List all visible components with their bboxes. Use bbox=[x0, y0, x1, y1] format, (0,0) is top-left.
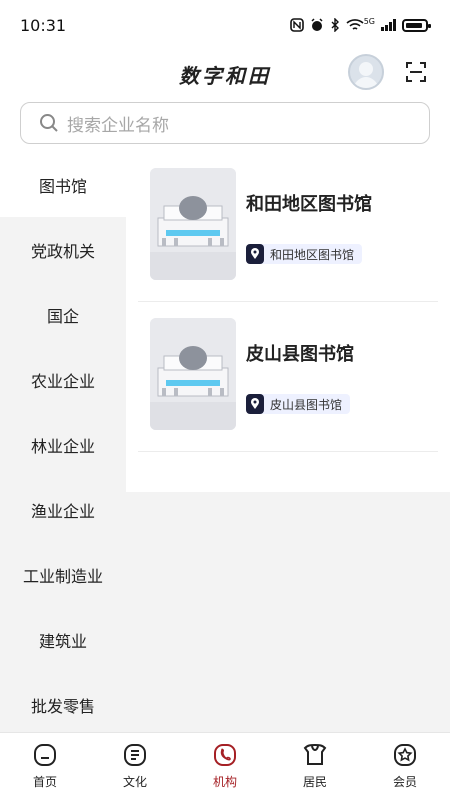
library-thumbnail bbox=[150, 318, 236, 430]
app-header: 数字和田 bbox=[0, 50, 450, 98]
sidebar-item-label: 党政机关 bbox=[30, 241, 95, 261]
location-tag-label: 和田地区图书馆 bbox=[270, 247, 355, 262]
sidebar-item-label: 农业企业 bbox=[30, 371, 95, 391]
sidebar-item-label: 建筑业 bbox=[38, 631, 87, 651]
status-bar: 10:31 5G bbox=[0, 0, 450, 50]
location-tag: 和田地区图书馆 bbox=[246, 244, 363, 264]
wifi-icon bbox=[346, 19, 364, 30]
culture-icon bbox=[124, 744, 146, 766]
location-tag: 皮山县图书馆 bbox=[246, 394, 351, 414]
sidebar-item-agriculture[interactable]: 农业企业 bbox=[0, 347, 126, 412]
sidebar-item-label: 批发零售 bbox=[30, 696, 95, 716]
nfc-icon bbox=[289, 18, 304, 32]
nav-culture[interactable]: 文化 bbox=[90, 733, 180, 800]
library-building-icon bbox=[150, 168, 236, 280]
sidebar-item-party-government[interactable]: 党政机关 bbox=[0, 217, 126, 282]
scan-icon[interactable] bbox=[404, 60, 428, 84]
institution-list: 和田地区图书馆 和田地区图书馆 皮山县图书馆 皮山县图书馆 bbox=[126, 152, 450, 492]
category-sidebar: 图书馆 党政机关 国企 农业企业 林业企业 渔业企业 工业制造业 建筑业 批发零… bbox=[0, 152, 126, 732]
institution-icon bbox=[214, 744, 236, 766]
nav-resident[interactable]: 居民 bbox=[270, 733, 360, 800]
library-building-icon bbox=[150, 318, 236, 430]
sidebar-item-label: 图书馆 bbox=[38, 176, 87, 196]
nav-label: 居民 bbox=[302, 775, 327, 789]
home-icon bbox=[34, 744, 56, 766]
nav-home[interactable]: 首页 bbox=[0, 733, 90, 800]
avatar[interactable] bbox=[348, 54, 384, 90]
list-item[interactable]: 皮山县图书馆 皮山县图书馆 bbox=[138, 302, 438, 452]
status-time: 10:31 bbox=[20, 15, 67, 35]
nav-label: 会员 bbox=[392, 775, 417, 789]
network-label: 5G bbox=[363, 16, 375, 26]
status-icons: 5G bbox=[289, 16, 431, 32]
search-icon bbox=[40, 114, 58, 132]
location-pin-icon bbox=[246, 244, 264, 264]
institution-title: 和田地区图书馆 bbox=[246, 194, 372, 215]
sidebar-item-fishery[interactable]: 渔业企业 bbox=[0, 477, 126, 542]
sidebar-item-label: 渔业企业 bbox=[30, 501, 95, 521]
nav-label: 首页 bbox=[32, 775, 57, 789]
alarm-icon bbox=[311, 18, 323, 31]
sidebar-item-wholesale-retail[interactable]: 批发零售 bbox=[0, 672, 126, 737]
search-input[interactable]: 搜索企业名称 bbox=[20, 102, 430, 144]
nav-institution[interactable]: 机构 bbox=[180, 733, 270, 800]
nav-label: 文化 bbox=[122, 775, 147, 789]
search-placeholder: 搜索企业名称 bbox=[67, 115, 169, 136]
nav-member[interactable]: 会员 bbox=[360, 733, 450, 800]
battery-icon bbox=[402, 18, 431, 32]
sidebar-item-library[interactable]: 图书馆 bbox=[0, 152, 126, 217]
institution-title: 皮山县图书馆 bbox=[246, 344, 354, 365]
location-pin-icon bbox=[246, 394, 264, 414]
sidebar-item-manufacturing[interactable]: 工业制造业 bbox=[0, 542, 126, 607]
sidebar-item-forestry[interactable]: 林业企业 bbox=[0, 412, 126, 477]
signal-icon bbox=[381, 19, 396, 31]
nav-label: 机构 bbox=[212, 775, 237, 789]
sidebar-item-label: 工业制造业 bbox=[22, 566, 103, 586]
bluetooth-icon bbox=[331, 18, 339, 32]
list-item[interactable]: 和田地区图书馆 和田地区图书馆 bbox=[138, 152, 438, 302]
member-icon bbox=[394, 744, 416, 766]
institution-list-panel: 和田地区图书馆 和田地区图书馆 皮山县图书馆 皮山县图书馆 bbox=[126, 152, 450, 732]
bottom-nav: 首页 文化 机构 居民 会员 bbox=[0, 732, 450, 800]
sidebar-item-state-enterprise[interactable]: 国企 bbox=[0, 282, 126, 347]
resident-icon bbox=[303, 744, 327, 765]
sidebar-item-label: 林业企业 bbox=[30, 436, 95, 456]
sidebar-item-label: 国企 bbox=[46, 306, 79, 326]
location-tag-label: 皮山县图书馆 bbox=[270, 397, 343, 412]
library-thumbnail bbox=[150, 168, 236, 280]
sidebar-item-construction[interactable]: 建筑业 bbox=[0, 607, 126, 672]
